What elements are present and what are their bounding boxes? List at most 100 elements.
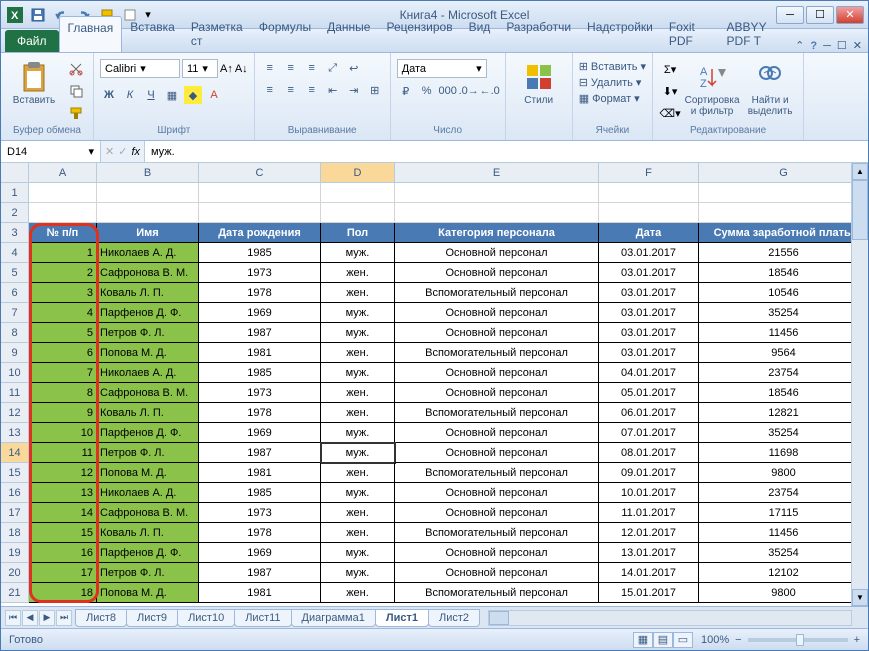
cell[interactable]: 1978 <box>199 523 321 543</box>
doc-restore-icon[interactable]: ☐ <box>837 39 847 52</box>
maximize-button[interactable]: ☐ <box>806 6 834 24</box>
cell[interactable]: Попова М. Д. <box>97 583 199 603</box>
column-header[interactable]: A <box>29 163 97 183</box>
cell[interactable]: Основной персонал <box>395 383 599 403</box>
cell[interactable]: жен. <box>321 403 395 423</box>
name-box[interactable]: D14▾ <box>1 141 101 162</box>
cell[interactable]: Дата рождения <box>199 223 321 243</box>
percent-icon[interactable]: % <box>418 82 436 100</box>
currency-icon[interactable]: ₽ <box>397 82 415 100</box>
row-header[interactable]: 19 <box>1 543 29 563</box>
cell[interactable]: 1978 <box>199 283 321 303</box>
row-header[interactable]: 20 <box>1 563 29 583</box>
cell[interactable]: 1969 <box>199 303 321 323</box>
sheet-tab[interactable]: Лист1 <box>375 609 429 627</box>
row-header[interactable]: 1 <box>1 183 29 203</box>
align-center-icon[interactable]: ≡ <box>282 81 300 99</box>
ribbon-tab[interactable]: Данные <box>319 16 378 52</box>
cell[interactable]: Основной персонал <box>395 363 599 383</box>
cell[interactable] <box>599 203 699 223</box>
close-button[interactable]: ✕ <box>836 6 864 24</box>
cell[interactable]: Имя <box>97 223 199 243</box>
cell[interactable] <box>395 203 599 223</box>
page-break-view-icon[interactable]: ▭ <box>673 632 693 648</box>
cancel-formula-icon[interactable]: ✕ <box>105 145 114 158</box>
cell[interactable] <box>29 203 97 223</box>
cell[interactable]: Сафронова В. М. <box>97 263 199 283</box>
cell[interactable]: 9564 <box>699 343 868 363</box>
cell[interactable]: 21556 <box>699 243 868 263</box>
cell[interactable]: 10.01.2017 <box>599 483 699 503</box>
scroll-thumb[interactable] <box>852 180 868 240</box>
find-select-button[interactable]: Найти и выделить <box>743 59 797 119</box>
format-cells-button[interactable]: ▦Формат▾ <box>579 91 640 106</box>
cell[interactable]: 12.01.2017 <box>599 523 699 543</box>
cell[interactable]: жен. <box>321 283 395 303</box>
formula-input[interactable]: муж. <box>145 141 868 162</box>
underline-icon[interactable]: Ч <box>142 86 160 104</box>
cell[interactable]: 18 <box>29 583 97 603</box>
cell[interactable]: 1969 <box>199 543 321 563</box>
align-left-icon[interactable]: ≡ <box>261 81 279 99</box>
row-header[interactable]: 2 <box>1 203 29 223</box>
page-layout-view-icon[interactable]: ▤ <box>653 632 673 648</box>
cell[interactable]: 1973 <box>199 383 321 403</box>
column-header[interactable]: F <box>599 163 699 183</box>
cell[interactable]: 11456 <box>699 523 868 543</box>
cell[interactable]: 23754 <box>699 483 868 503</box>
column-header[interactable]: E <box>395 163 599 183</box>
cell[interactable]: 8 <box>29 383 97 403</box>
cell[interactable]: Петров Ф. Л. <box>97 443 199 463</box>
cell[interactable]: Основной персонал <box>395 483 599 503</box>
cell[interactable]: Вспомогательный персонал <box>395 343 599 363</box>
cell[interactable]: 05.01.2017 <box>599 383 699 403</box>
clear-icon[interactable]: ⌫▾ <box>659 103 681 123</box>
zoom-slider[interactable] <box>748 638 848 642</box>
cell[interactable]: Сафронова В. М. <box>97 503 199 523</box>
cell[interactable]: 2 <box>29 263 97 283</box>
indent-dec-icon[interactable]: ⇤ <box>324 81 342 99</box>
font-color-icon[interactable]: A <box>205 86 223 104</box>
cell[interactable]: Петров Ф. Л. <box>97 563 199 583</box>
format-painter-icon[interactable] <box>65 103 87 123</box>
cell[interactable] <box>97 203 199 223</box>
cell[interactable]: муж. <box>321 303 395 323</box>
sheet-tab[interactable]: Лист2 <box>428 609 480 627</box>
row-header[interactable]: 5 <box>1 263 29 283</box>
border-icon[interactable]: ▦ <box>163 86 181 104</box>
cell[interactable]: муж. <box>321 243 395 263</box>
cell[interactable]: жен. <box>321 583 395 603</box>
cell[interactable] <box>699 203 868 223</box>
cell[interactable]: 1981 <box>199 463 321 483</box>
cell[interactable]: Попова М. Д. <box>97 343 199 363</box>
row-header[interactable]: 4 <box>1 243 29 263</box>
cell[interactable]: 11698 <box>699 443 868 463</box>
column-header[interactable]: D <box>321 163 395 183</box>
grow-font-icon[interactable]: A↑ <box>220 63 233 75</box>
cell[interactable]: Парфенов Д. Ф. <box>97 543 199 563</box>
ribbon-tab[interactable]: Foxit PDF <box>661 16 719 52</box>
merge-icon[interactable]: ⊞ <box>366 81 384 99</box>
ribbon-tab[interactable]: Вставка <box>122 16 183 52</box>
zoom-level[interactable]: 100% <box>701 634 729 646</box>
inc-decimal-icon[interactable]: .0→ <box>460 82 478 100</box>
font-size-combo[interactable]: 11▾ <box>182 59 218 78</box>
italic-icon[interactable]: К <box>121 86 139 104</box>
cell[interactable]: 1987 <box>199 563 321 583</box>
cell[interactable]: Дата <box>599 223 699 243</box>
cell[interactable]: Петров Ф. Л. <box>97 323 199 343</box>
cell[interactable]: 13 <box>29 483 97 503</box>
last-sheet-icon[interactable]: ⏭ <box>56 610 72 626</box>
indent-inc-icon[interactable]: ⇥ <box>345 81 363 99</box>
cell[interactable] <box>199 183 321 203</box>
comma-icon[interactable]: 000 <box>439 82 457 100</box>
sort-filter-button[interactable]: AZ Сортировка и фильтр <box>685 59 739 119</box>
row-header[interactable]: 15 <box>1 463 29 483</box>
font-name-combo[interactable]: Calibri▾ <box>100 59 180 78</box>
column-header[interactable]: G <box>699 163 868 183</box>
file-tab[interactable]: Файл <box>5 30 59 52</box>
doc-close-icon[interactable]: ✕ <box>853 39 862 52</box>
cell[interactable]: 14 <box>29 503 97 523</box>
row-header[interactable]: 7 <box>1 303 29 323</box>
cell[interactable]: Попова М. Д. <box>97 463 199 483</box>
